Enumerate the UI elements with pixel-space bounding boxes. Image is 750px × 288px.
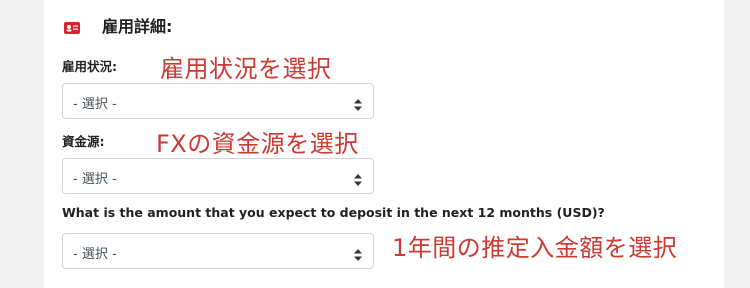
select-arrows-icon xyxy=(354,246,362,261)
employment-status-label: 雇用状況: xyxy=(62,59,117,74)
form-panel: 雇用詳細: 雇用状況: 雇用状況を選択 - 選択 - 資金源: FXの資金源を選… xyxy=(44,0,724,288)
source-of-funds-annotation: FXの資金源を選択 xyxy=(156,130,359,158)
source-of-funds-select[interactable]: - 選択 - xyxy=(62,158,374,194)
select-arrows-icon xyxy=(354,171,362,186)
expected-deposit-label: What is the amount that you expect to de… xyxy=(62,205,605,220)
employment-status-select[interactable]: - 選択 - xyxy=(62,83,374,119)
select-value: - 選択 - xyxy=(73,97,117,112)
select-value: - 選択 - xyxy=(73,247,117,262)
id-card-icon xyxy=(64,19,80,34)
expected-deposit-annotation: 1年間の推定入金額を選択 xyxy=(392,234,678,262)
source-of-funds-label: 資金源: xyxy=(62,134,105,149)
select-arrows-icon xyxy=(354,96,362,111)
section-header: 雇用詳細: xyxy=(64,13,172,37)
section-title: 雇用詳細: xyxy=(102,17,173,36)
employment-status-annotation: 雇用状況を選択 xyxy=(160,55,332,83)
expected-deposit-select[interactable]: - 選択 - xyxy=(62,233,374,269)
select-value: - 選択 - xyxy=(73,172,117,187)
